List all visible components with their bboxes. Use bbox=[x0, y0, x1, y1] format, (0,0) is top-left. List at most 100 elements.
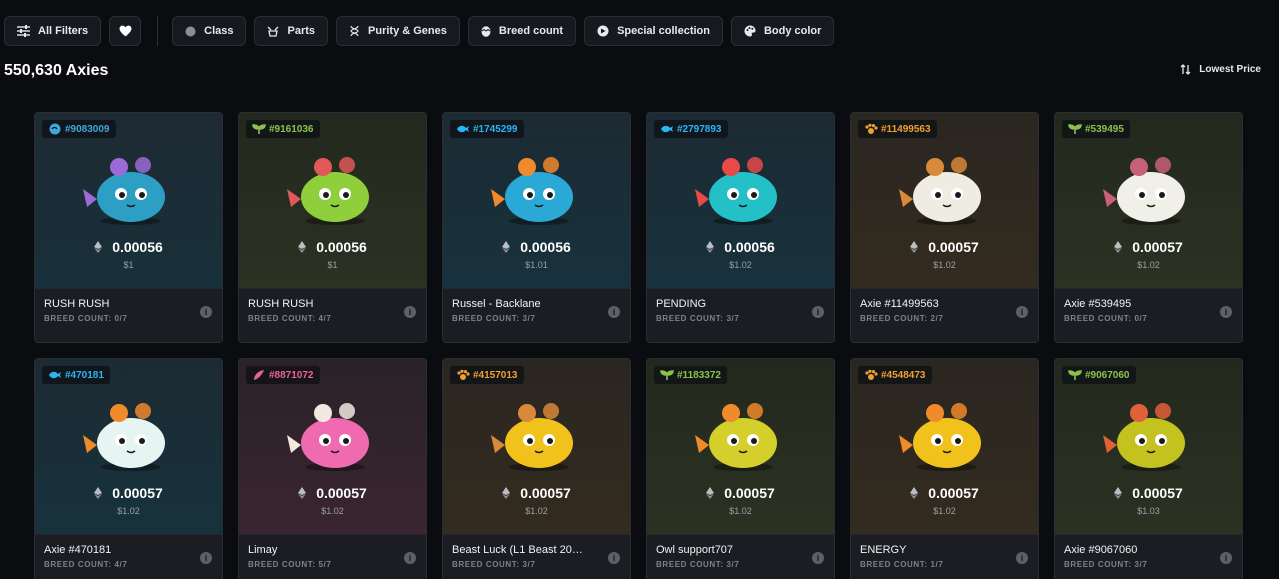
info-icon[interactable]: i bbox=[1220, 306, 1232, 318]
info-icon[interactable]: i bbox=[200, 552, 212, 564]
card-footer: Russel - Backlane BREED COUNT: 3/7 i bbox=[443, 288, 630, 342]
eth-price: 0.00057 bbox=[928, 239, 979, 255]
special-collection-filter-button[interactable]: Special collection bbox=[584, 16, 723, 46]
axie-card[interactable]: #4157013 0.00057 $1.02 Beast Luck (L1 Be… bbox=[442, 358, 631, 579]
class-filter-button[interactable]: Class bbox=[172, 16, 247, 46]
purity-genes-filter-label: Purity & Genes bbox=[368, 25, 447, 37]
axie-card[interactable]: #11499563 0.00057 $1.02 Axie #11499563 B… bbox=[850, 112, 1039, 343]
eth-price: 0.00057 bbox=[316, 485, 367, 501]
usd-price: $1.03 bbox=[1137, 506, 1160, 516]
breed-count: BREED COUNT: 4/7 bbox=[44, 560, 128, 569]
card-footer: RUSH RUSH BREED COUNT: 0/7 i bbox=[35, 288, 222, 342]
axie-image bbox=[287, 157, 369, 225]
filter-divider bbox=[157, 16, 159, 46]
eth-price: 0.00056 bbox=[112, 239, 163, 255]
eth-icon bbox=[298, 487, 307, 499]
axie-card[interactable]: #9161036 0.00056 $1 RUSH RUSH BREED COUN… bbox=[238, 112, 427, 343]
breed-count: BREED COUNT: 0/7 bbox=[44, 314, 128, 323]
usd-price: $1.02 bbox=[729, 506, 752, 516]
price: 0.00056 bbox=[443, 239, 630, 255]
axie-name: PENDING bbox=[656, 298, 707, 310]
breed-count-filter-button[interactable]: Breed count bbox=[467, 16, 577, 46]
favorites-button[interactable] bbox=[109, 16, 142, 46]
axie-card[interactable]: #1745299 0.00056 $1.01 Russel - Backlane… bbox=[442, 112, 631, 343]
eth-icon bbox=[298, 241, 307, 253]
info-icon[interactable]: i bbox=[404, 552, 416, 564]
price: 0.00057 bbox=[851, 485, 1038, 501]
egg-icon bbox=[481, 26, 491, 37]
axie-id-tag: #9161036 bbox=[246, 120, 320, 138]
plant-class-icon bbox=[252, 124, 266, 134]
axie-image bbox=[899, 157, 981, 225]
all-filters-button[interactable]: All Filters bbox=[4, 16, 102, 46]
axie-id-tag: #4548473 bbox=[858, 366, 932, 384]
info-icon[interactable]: i bbox=[1016, 552, 1028, 564]
info-icon[interactable]: i bbox=[200, 306, 212, 318]
sort-dropdown[interactable]: Lowest Price bbox=[1180, 64, 1261, 75]
axie-image bbox=[287, 403, 369, 471]
aquatic-class-icon bbox=[49, 371, 61, 379]
axie-name: Axie #470181 bbox=[44, 544, 112, 556]
axie-id-tag: #1745299 bbox=[450, 120, 524, 138]
eth-icon bbox=[94, 487, 103, 499]
usd-price: $1.02 bbox=[729, 260, 752, 270]
card-preview: #11499563 0.00057 $1.02 bbox=[851, 113, 1038, 288]
axie-card[interactable]: #2797893 0.00056 $1.02 PENDING BREED COU… bbox=[646, 112, 835, 343]
info-icon[interactable]: i bbox=[1016, 306, 1028, 318]
parts-icon bbox=[268, 26, 279, 37]
axie-card[interactable]: #470181 0.00057 $1.02 Axie #470181 BREED… bbox=[34, 358, 223, 579]
sliders-icon bbox=[17, 25, 30, 37]
info-icon[interactable]: i bbox=[608, 306, 620, 318]
parts-filter-label: Parts bbox=[287, 25, 316, 37]
axie-card[interactable]: #4548473 0.00057 $1.02 ENERGY BREED COUN… bbox=[850, 358, 1039, 579]
aquatic-class-icon bbox=[661, 125, 673, 133]
body-color-filter-button[interactable]: Body color bbox=[730, 16, 835, 46]
breed-count: BREED COUNT: 3/7 bbox=[656, 314, 740, 323]
all-filters-label: All Filters bbox=[38, 25, 89, 37]
aquatic-round-class-icon bbox=[49, 123, 61, 135]
axie-name: Beast Luck (L1 Beast 20… bbox=[452, 544, 583, 556]
axie-card[interactable]: #539495 0.00057 $1.02 Axie #539495 BREED… bbox=[1054, 112, 1243, 343]
parts-filter-button[interactable]: Parts bbox=[254, 16, 329, 46]
info-icon[interactable]: i bbox=[608, 552, 620, 564]
axie-id-tag: #9067060 bbox=[1062, 366, 1136, 384]
axie-id: #4157013 bbox=[473, 369, 518, 381]
breed-count: BREED COUNT: 3/7 bbox=[1064, 560, 1148, 569]
heart-icon bbox=[119, 25, 132, 37]
breed-count: BREED COUNT: 3/7 bbox=[452, 560, 536, 569]
card-footer: PENDING BREED COUNT: 3/7 i bbox=[647, 288, 834, 342]
info-icon[interactable]: i bbox=[812, 552, 824, 564]
breed-count: BREED COUNT: 5/7 bbox=[248, 560, 332, 569]
axie-id: #11499563 bbox=[881, 123, 931, 135]
axie-card[interactable]: #9067060 0.00057 $1.03 Axie #9067060 BRE… bbox=[1054, 358, 1243, 579]
usd-price: $1 bbox=[123, 260, 134, 270]
beast-class-icon bbox=[457, 369, 470, 380]
info-icon[interactable]: i bbox=[1220, 552, 1232, 564]
axie-name: RUSH RUSH bbox=[44, 298, 110, 310]
axie-image bbox=[83, 157, 165, 225]
breed-count: BREED COUNT: 2/7 bbox=[860, 314, 944, 323]
purity-genes-filter-button[interactable]: Purity & Genes bbox=[336, 16, 460, 46]
axie-id-tag: #1183372 bbox=[654, 366, 727, 384]
axie-id: #1745299 bbox=[473, 123, 518, 135]
axie-id: #9067060 bbox=[1085, 369, 1130, 381]
info-icon[interactable]: i bbox=[812, 306, 824, 318]
axie-card[interactable]: #1183372 0.00057 $1.02 Owl support707 BR… bbox=[646, 358, 835, 579]
card-preview: #4548473 0.00057 $1.02 bbox=[851, 359, 1038, 534]
axie-image bbox=[83, 403, 165, 471]
axie-id: #470181 bbox=[65, 369, 104, 381]
axie-name: Axie #9067060 bbox=[1064, 544, 1138, 556]
usd-price: $1.02 bbox=[933, 260, 956, 270]
axie-id-tag: #539495 bbox=[1062, 120, 1130, 138]
eth-price: 0.00056 bbox=[520, 239, 571, 255]
usd-price: $1.02 bbox=[933, 506, 956, 516]
axie-card[interactable]: #9083009 0.00056 $1 RUSH RUSH BREED COUN… bbox=[34, 112, 223, 343]
axie-id: #539495 bbox=[1085, 123, 1124, 135]
results-count: 550,630 Axies bbox=[4, 62, 109, 79]
axie-card[interactable]: #8871072 0.00057 $1.02 Limay BREED COUNT… bbox=[238, 358, 427, 579]
axie-id-tag: #470181 bbox=[42, 366, 110, 384]
axie-id: #8871072 bbox=[269, 369, 314, 381]
price: 0.00056 bbox=[239, 239, 426, 255]
eth-price: 0.00057 bbox=[1132, 485, 1183, 501]
info-icon[interactable]: i bbox=[404, 306, 416, 318]
